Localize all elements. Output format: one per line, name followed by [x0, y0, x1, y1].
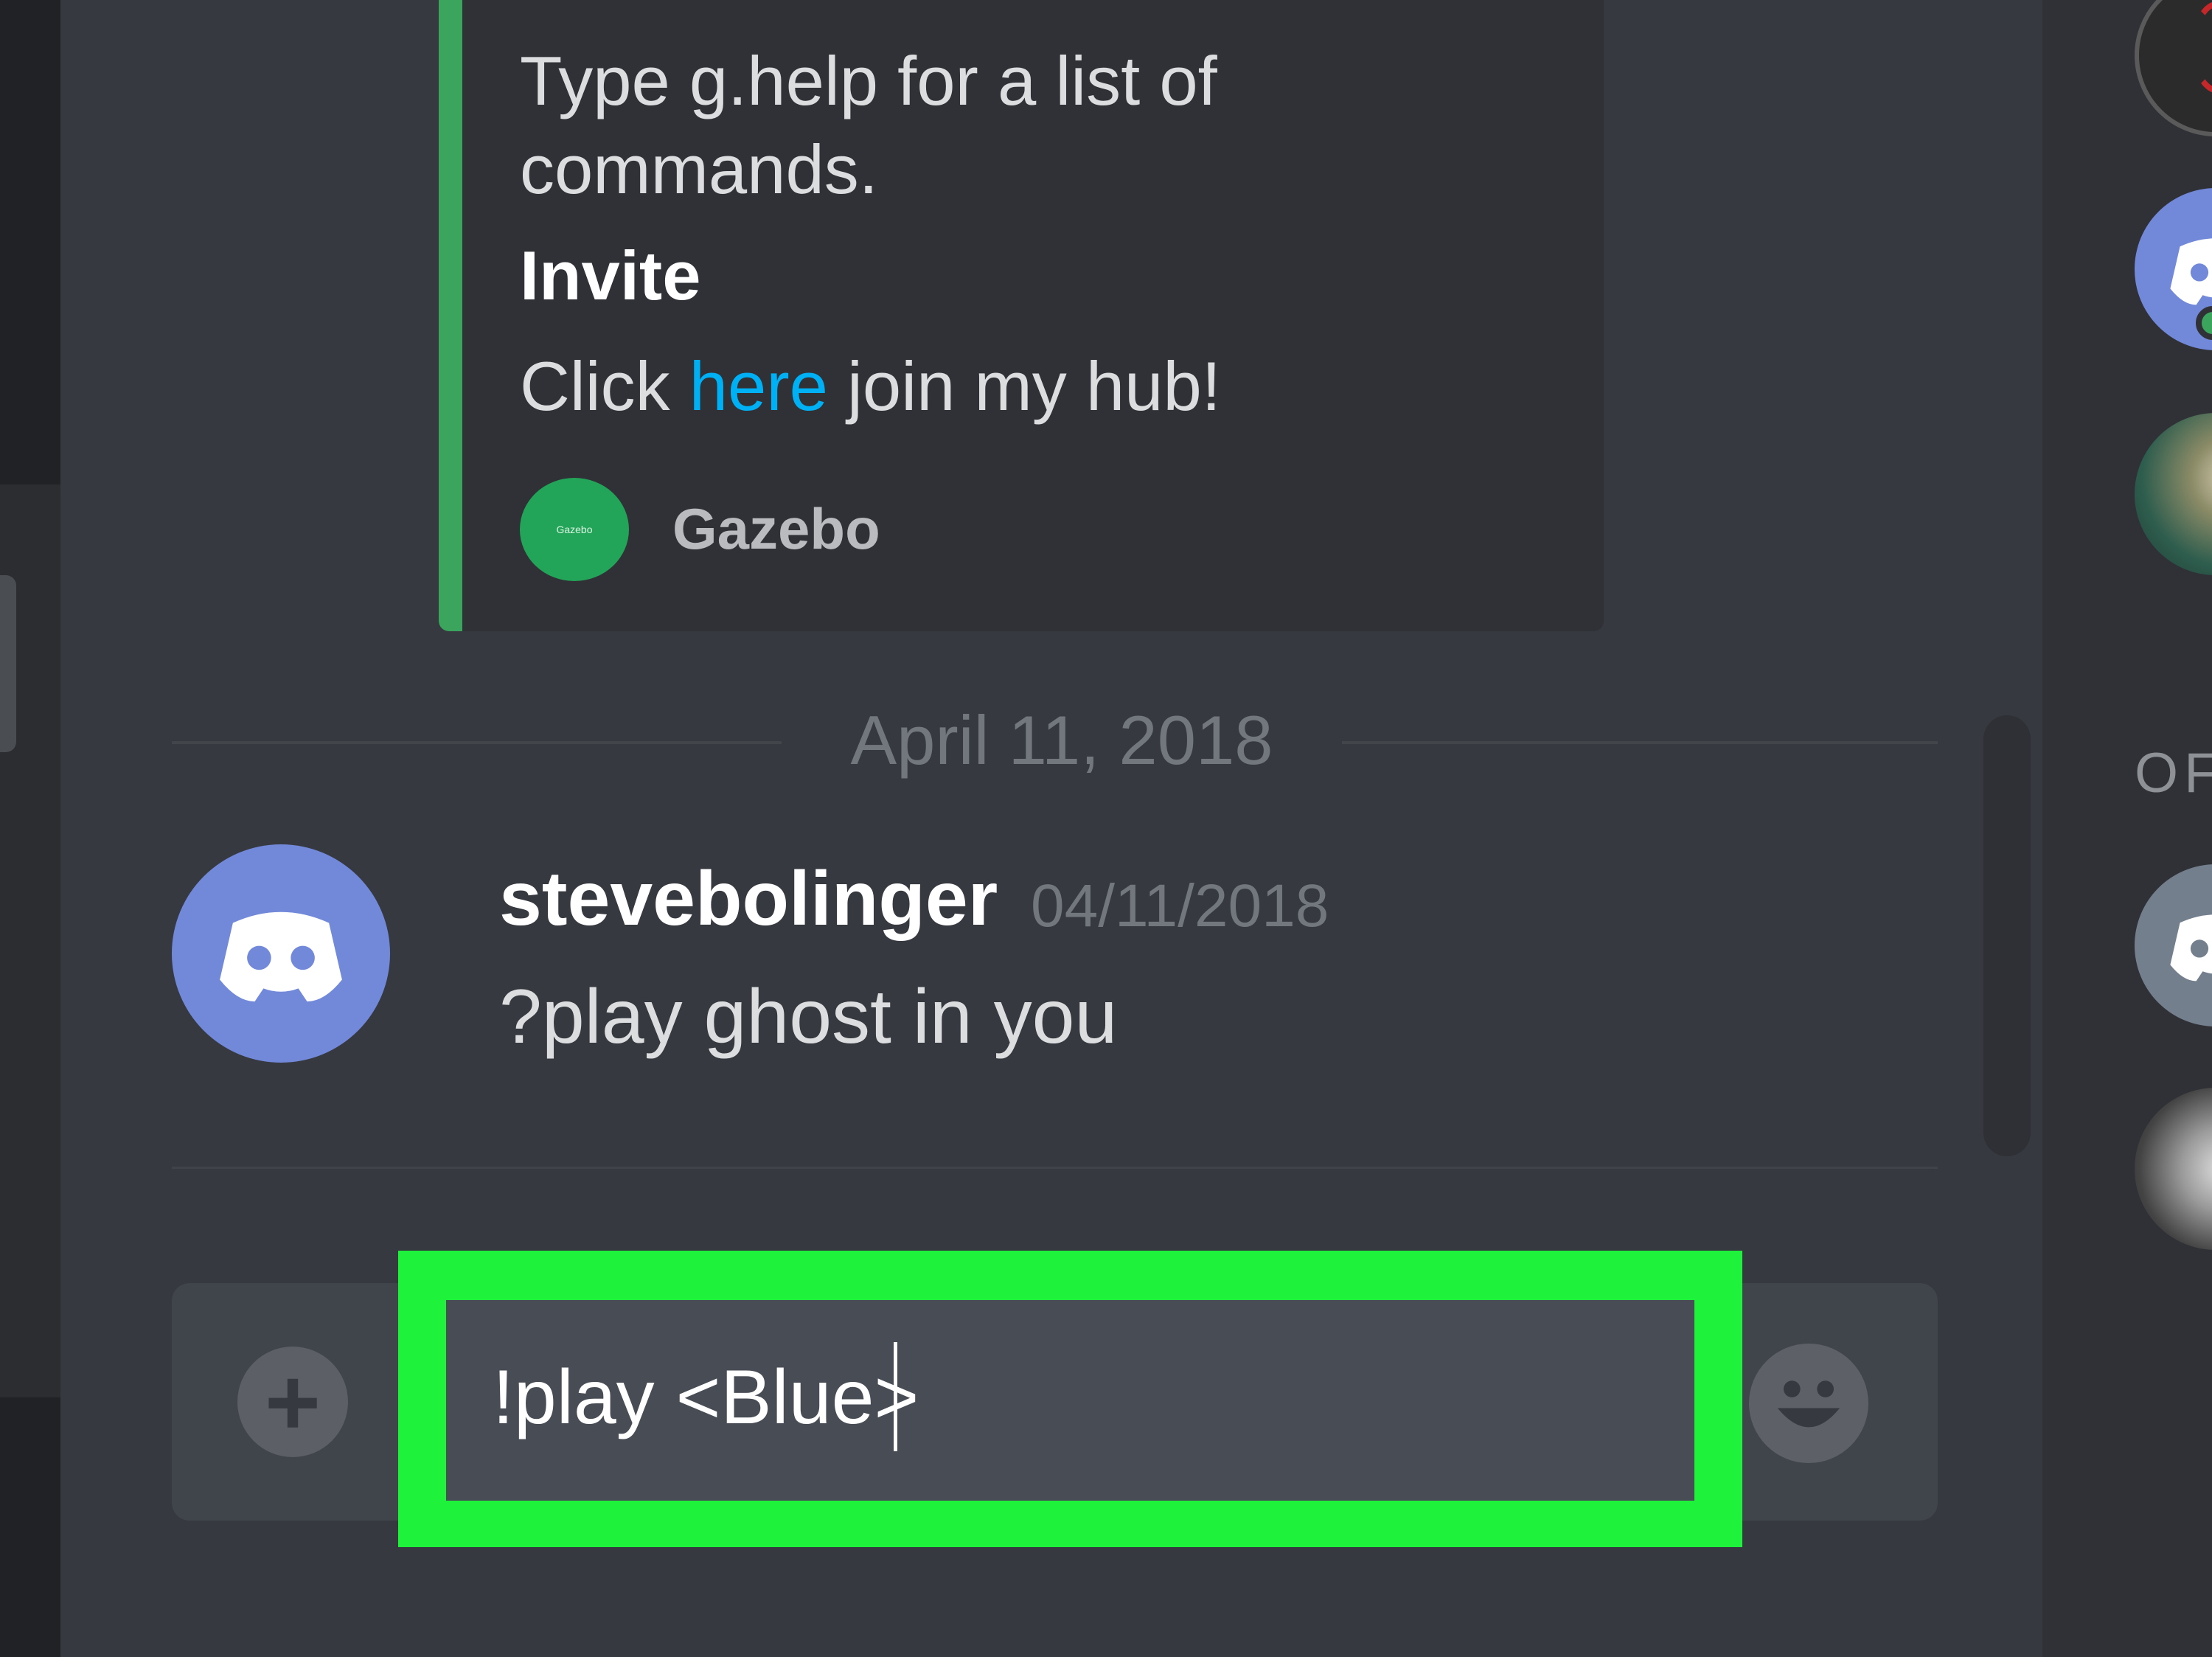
member-section-header: OF	[2135, 742, 2212, 805]
date-divider-line-right	[1327, 741, 1938, 744]
embed-help-text: Type g.help for a list of commands.	[520, 42, 1217, 208]
channel-list-region	[0, 0, 60, 484]
embed-invite-text: Click here join my hub!	[520, 342, 1221, 431]
embed-footer-icon: Gazebo	[520, 478, 629, 581]
date-divider-label: April 11, 2018	[782, 701, 1342, 780]
date-divider-line-left	[172, 741, 784, 744]
embed-click-suffix: join my hub!	[827, 347, 1221, 425]
channel-selection-pill[interactable]	[0, 575, 16, 752]
emoji-icon[interactable]	[1749, 1344, 1868, 1463]
emoji-glyph	[1777, 1380, 1840, 1428]
message-author[interactable]: stevebolinger	[499, 855, 998, 943]
message-separator	[172, 1167, 1938, 1169]
embed-invite-link[interactable]: here	[689, 347, 828, 425]
avatar-glyph	[220, 911, 342, 1002]
message-input-value: !play <Blue>	[493, 1355, 919, 1440]
message-content: ?play ghost in you	[499, 974, 1118, 1060]
message-timestamp: 04/11/2018	[1031, 872, 1329, 939]
left-sidebar	[0, 0, 60, 1657]
discord-logo-icon[interactable]	[172, 844, 390, 1063]
plus-icon[interactable]: +	[237, 1347, 348, 1457]
text-caret	[894, 1342, 897, 1451]
embed-accent-bar	[439, 0, 462, 631]
embed-click-prefix: Click	[520, 347, 689, 425]
embed-footer-name: Gazebo	[672, 496, 880, 561]
user-panel-region	[0, 1397, 60, 1657]
embed-field-title: Invite	[520, 237, 701, 314]
chat-scrollbar[interactable]	[1983, 715, 2031, 1156]
